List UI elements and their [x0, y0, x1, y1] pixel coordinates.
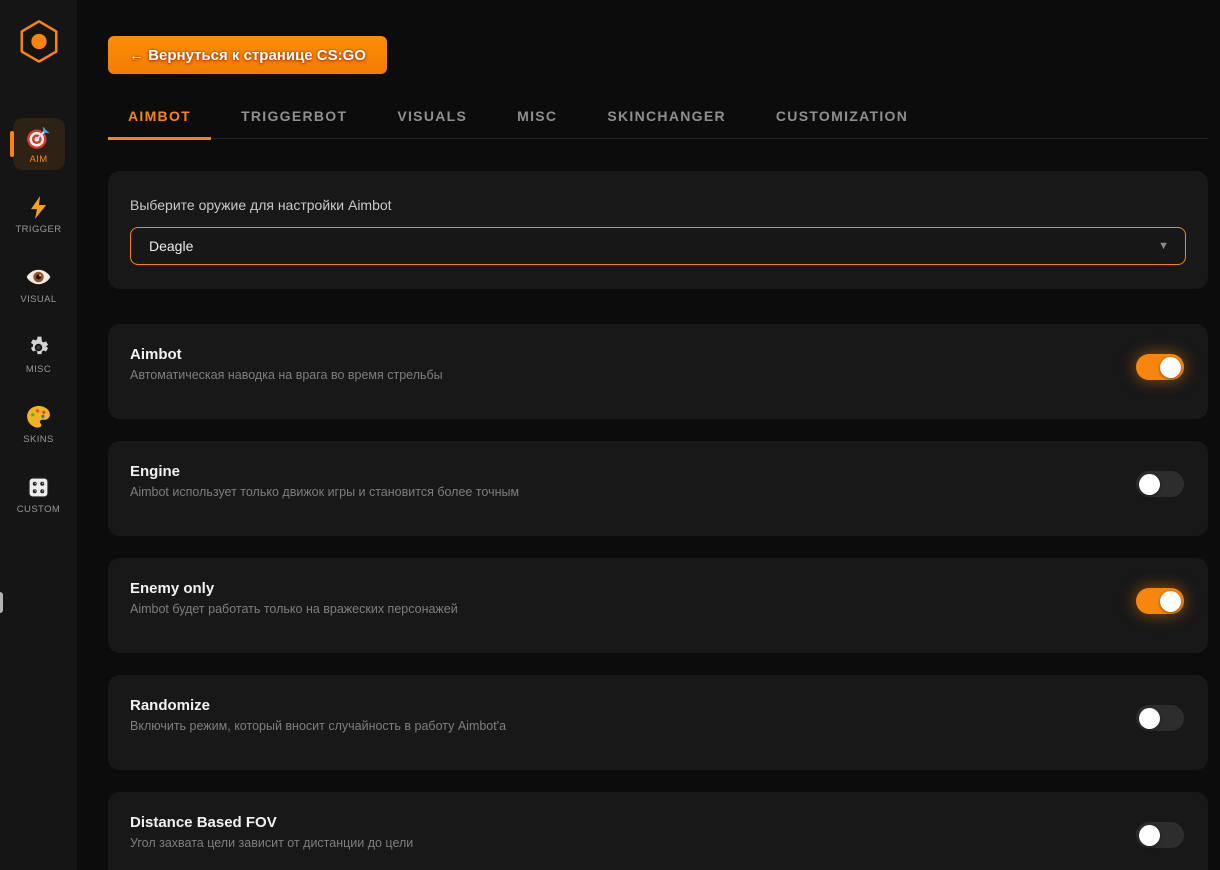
- setting-description: Включить режим, который вносит случайнос…: [130, 719, 506, 733]
- tab-visuals[interactable]: VISUALS: [377, 99, 487, 140]
- tabs-bar: AIMBOT TRIGGERBOT VISUALS MISC SKINCHANG…: [108, 99, 1208, 139]
- lightning-icon: [25, 194, 52, 221]
- setting-text: Randomize Включить режим, который вносит…: [130, 697, 506, 733]
- tab-misc[interactable]: MISC: [497, 99, 577, 140]
- weapon-select-value: Deagle: [149, 238, 193, 254]
- back-to-csgo-button[interactable]: ← Вернуться к странице CS:GO: [108, 36, 387, 74]
- setting-description: Автоматическая наводка на врага во время…: [130, 368, 443, 382]
- setting-text: Enemy only Aimbot будет работать только …: [130, 580, 458, 616]
- sidebar-item-label: SKINS: [23, 434, 54, 445]
- toggle-randomize[interactable]: [1136, 705, 1184, 731]
- sidebar-item-skins[interactable]: SKINS: [13, 398, 65, 450]
- setting-title: Enemy only: [130, 580, 458, 597]
- sidebar-item-label: AIM: [29, 154, 47, 165]
- sidebar-item-trigger[interactable]: TRIGGER: [13, 188, 65, 240]
- weapon-select-label: Выберите оружие для настройки Aimbot: [130, 197, 1186, 213]
- setting-description: Угол захвата цели зависит от дистанции д…: [130, 836, 413, 850]
- toggle-knob: [1139, 825, 1160, 846]
- toggle-knob: [1139, 708, 1160, 729]
- sidebar-item-visual[interactable]: VISUAL: [13, 258, 65, 310]
- setting-description: Aimbot использует только движок игры и с…: [130, 485, 519, 499]
- toggle-aimbot[interactable]: [1136, 354, 1184, 380]
- sidebar-item-label: MISC: [26, 364, 51, 375]
- toggle-distance-based-fov[interactable]: [1136, 822, 1184, 848]
- sidebar-item-label: TRIGGER: [15, 224, 61, 235]
- dartboard-icon: [25, 124, 52, 151]
- setting-card-engine: Engine Aimbot использует только движок и…: [108, 441, 1208, 536]
- dice-icon: [25, 474, 52, 501]
- setting-title: Engine: [130, 463, 519, 480]
- weapon-select-dropdown[interactable]: Deagle ▼: [130, 227, 1186, 265]
- main-content: ← Вернуться к странице CS:GO AIMBOT TRIG…: [78, 0, 1220, 870]
- tab-customization[interactable]: CUSTOMIZATION: [756, 99, 928, 140]
- eye-icon: [25, 264, 52, 291]
- sidebar-item-label: VISUAL: [20, 294, 56, 305]
- gear-icon: [25, 334, 52, 361]
- setting-card-randomize: Randomize Включить режим, который вносит…: [108, 675, 1208, 770]
- setting-title: Distance Based FOV: [130, 814, 413, 831]
- setting-text: Aimbot Автоматическая наводка на врага в…: [130, 346, 443, 382]
- sidebar-nav: AIM TRIGGER VISUAL: [13, 118, 65, 538]
- setting-title: Aimbot: [130, 346, 443, 363]
- setting-card-aimbot: Aimbot Автоматическая наводка на врага в…: [108, 324, 1208, 419]
- toggle-engine[interactable]: [1136, 471, 1184, 497]
- setting-description: Aimbot будет работать только на вражески…: [130, 602, 458, 616]
- tab-aimbot[interactable]: AIMBOT: [108, 99, 211, 140]
- toggle-knob: [1160, 591, 1181, 612]
- chevron-down-icon: ▼: [1158, 240, 1169, 252]
- palette-icon: [25, 404, 52, 431]
- tab-triggerbot[interactable]: TRIGGERBOT: [221, 99, 367, 140]
- toggle-knob: [1160, 357, 1181, 378]
- setting-text: Distance Based FOV Угол захвата цели зав…: [130, 814, 413, 850]
- toggle-enemy-only[interactable]: [1136, 588, 1184, 614]
- setting-text: Engine Aimbot использует только движок и…: [130, 463, 519, 499]
- sidebar-item-aim[interactable]: AIM: [13, 118, 65, 170]
- sidebar-item-custom[interactable]: CUSTOM: [13, 468, 65, 520]
- tab-skinchanger[interactable]: SKINCHANGER: [587, 99, 746, 140]
- sidebar-item-misc[interactable]: MISC: [13, 328, 65, 380]
- setting-card-enemy-only: Enemy only Aimbot будет работать только …: [108, 558, 1208, 653]
- side-drag-handle: [0, 592, 3, 613]
- app-logo: [15, 18, 63, 68]
- hexagon-logo-icon: [16, 17, 62, 70]
- weapon-select-card: Выберите оружие для настройки Aimbot Dea…: [108, 171, 1208, 289]
- toggle-knob: [1139, 474, 1160, 495]
- sidebar: AIM TRIGGER VISUAL: [0, 0, 78, 870]
- setting-title: Randomize: [130, 697, 506, 714]
- sidebar-item-label: CUSTOM: [17, 504, 60, 515]
- setting-card-distance-based-fov: Distance Based FOV Угол захвата цели зав…: [108, 792, 1208, 870]
